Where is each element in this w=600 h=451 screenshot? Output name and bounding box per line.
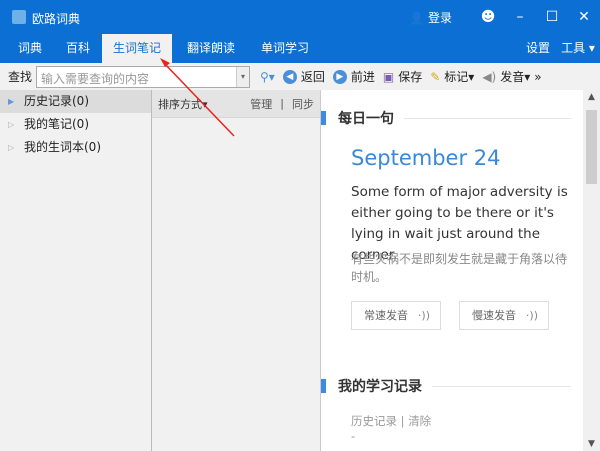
annotation-arrow xyxy=(160,58,235,137)
